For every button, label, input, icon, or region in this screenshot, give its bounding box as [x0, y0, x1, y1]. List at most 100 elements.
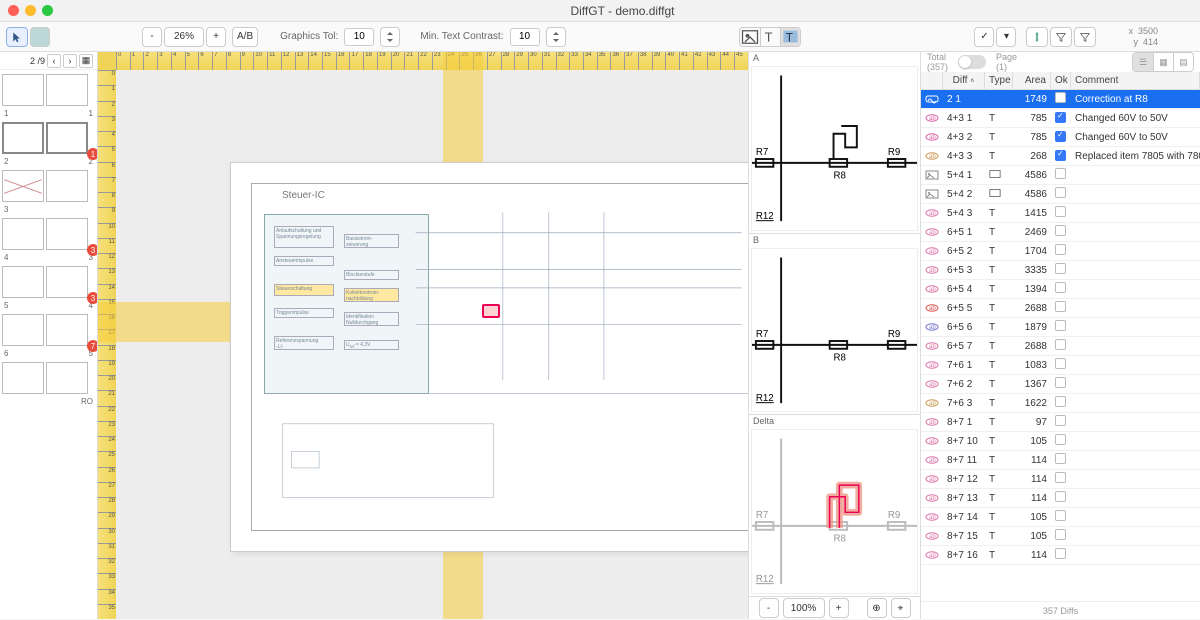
diff-ok-checkbox[interactable]	[1051, 339, 1071, 353]
cmp-zoom-out-button[interactable]: -	[759, 598, 779, 618]
zoom-window-icon[interactable]	[42, 5, 53, 16]
region-tool-button[interactable]	[30, 27, 50, 47]
diff-hotspot[interactable]	[482, 304, 500, 318]
diff-ok-checkbox[interactable]	[1051, 529, 1071, 543]
diff-table[interactable]: Diff ˄ Type Area Ok Comment 2 11749Corre…	[921, 72, 1200, 601]
diff-row[interactable]: ab8+7 15T105	[921, 527, 1200, 546]
diff-row[interactable]: ab5+4 3T1415	[921, 204, 1200, 223]
zoom-level[interactable]: 26%	[164, 27, 204, 47]
thumbnail-pair[interactable]: 221	[2, 122, 95, 154]
thumbnail-pair[interactable]: 433	[2, 218, 95, 250]
diff-ok-checkbox[interactable]	[1051, 472, 1071, 486]
col-comment[interactable]: Comment	[1071, 72, 1200, 89]
graphics-tol-stepper[interactable]	[380, 27, 400, 47]
cmp-fit-button[interactable]: ⊕	[867, 598, 887, 618]
diff-ok-checkbox[interactable]	[1051, 168, 1071, 182]
diff-row[interactable]: ab7+6 3T1622	[921, 394, 1200, 413]
diff-ok-checkbox[interactable]	[1051, 377, 1071, 391]
image-mode-button[interactable]	[740, 28, 760, 46]
diff-row[interactable]: 5+4 14586	[921, 166, 1200, 185]
tool-filter-button[interactable]	[1026, 27, 1048, 47]
diff-row[interactable]: ab8+7 11T114	[921, 451, 1200, 470]
diff-ok-checkbox[interactable]	[1051, 244, 1071, 258]
col-area[interactable]: Area	[1013, 72, 1051, 89]
diff-row[interactable]: ab6+5 1T2469	[921, 223, 1200, 242]
check-filter-dropdown[interactable]: ▾	[996, 27, 1016, 47]
zoom-in-button[interactable]: +	[206, 27, 226, 47]
thumbnail-pair[interactable]: 3	[2, 170, 95, 202]
text-highlight-mode-button[interactable]: T	[780, 28, 800, 46]
check-filter-button[interactable]: ✓	[974, 27, 994, 47]
funnel2-button[interactable]	[1074, 27, 1096, 47]
graphics-tol-input[interactable]	[344, 28, 374, 46]
diff-row[interactable]: ab8+7 16T114	[921, 546, 1200, 565]
layout-list-button[interactable]: ☰	[1133, 53, 1153, 71]
diff-ok-checkbox[interactable]	[1051, 301, 1071, 315]
diff-ok-checkbox[interactable]	[1051, 453, 1071, 467]
diff-row[interactable]: ab8+7 13T114	[921, 489, 1200, 508]
layout-large-button[interactable]: ▤	[1173, 53, 1193, 71]
diff-ok-checkbox[interactable]	[1051, 225, 1071, 239]
thumbnail-pair[interactable]: 657	[2, 314, 95, 346]
cmp-target-button[interactable]: ⌖	[891, 598, 911, 618]
funnel1-button[interactable]	[1050, 27, 1072, 47]
compare-canvas-b[interactable]: R7 R8 R9 R12	[751, 248, 918, 413]
diff-ok-checkbox[interactable]	[1051, 510, 1071, 524]
diff-row[interactable]: ab4+3 3T268Replaced item 7805 with 7806	[921, 147, 1200, 166]
diff-ok-checkbox[interactable]	[1051, 131, 1071, 143]
min-contrast-input[interactable]	[510, 28, 540, 46]
diff-row[interactable]: ab8+7 10T105	[921, 432, 1200, 451]
diff-ok-checkbox[interactable]	[1051, 282, 1071, 296]
thumbnail-pair[interactable]: 11	[2, 74, 95, 106]
cmp-zoom-in-button[interactable]: +	[829, 598, 849, 618]
diff-row[interactable]: 2 11749Correction at R8	[921, 90, 1200, 109]
diff-ok-checkbox[interactable]	[1051, 150, 1071, 162]
diff-row[interactable]: 5+4 24586	[921, 185, 1200, 204]
col-ok[interactable]: Ok	[1051, 72, 1071, 89]
main-canvas[interactable]: 0123456789101112131415161718192021222324…	[98, 52, 748, 619]
thumbnail-pair[interactable]: 543	[2, 266, 95, 298]
next-page-button[interactable]: ›	[63, 54, 77, 68]
diff-ok-checkbox[interactable]	[1051, 491, 1071, 505]
diff-row[interactable]: ab8+7 12T114	[921, 470, 1200, 489]
diff-ok-checkbox[interactable]	[1051, 320, 1071, 334]
prev-page-button[interactable]: ‹	[47, 54, 61, 68]
close-window-icon[interactable]	[8, 5, 19, 16]
zoom-out-button[interactable]: -	[142, 27, 162, 47]
diff-ok-checkbox[interactable]	[1051, 396, 1071, 410]
diff-ok-checkbox[interactable]	[1051, 187, 1071, 201]
compare-canvas-delta[interactable]: R7 R8 R9 R12	[751, 429, 918, 594]
thumbnail-pair[interactable]: RO	[2, 362, 95, 394]
ab-toggle-button[interactable]: A/B	[232, 27, 258, 47]
diff-row[interactable]: ab6+5 4T1394	[921, 280, 1200, 299]
diff-ok-checkbox[interactable]	[1051, 415, 1071, 429]
min-contrast-stepper[interactable]	[546, 27, 566, 47]
diff-row[interactable]: ab6+5 7T2688	[921, 337, 1200, 356]
overview-button[interactable]: ▦	[79, 54, 93, 68]
minimize-window-icon[interactable]	[25, 5, 36, 16]
layout-grid-button[interactable]: ▦	[1153, 53, 1173, 71]
diff-row[interactable]: ab4+3 2T785Changed 60V to 50V	[921, 128, 1200, 147]
diff-row[interactable]: ab8+7 1T97	[921, 413, 1200, 432]
diff-row[interactable]: ab7+6 2T1367	[921, 375, 1200, 394]
diff-row[interactable]: ab7+6 1T1083	[921, 356, 1200, 375]
diff-row[interactable]: ab6+5 2T1704	[921, 242, 1200, 261]
diff-row[interactable]: ab6+5 5T2688	[921, 299, 1200, 318]
diff-ok-checkbox[interactable]	[1051, 112, 1071, 124]
diff-ok-checkbox[interactable]	[1051, 434, 1071, 448]
diff-ok-checkbox[interactable]	[1051, 263, 1071, 277]
diff-ok-checkbox[interactable]	[1051, 206, 1071, 220]
diff-row[interactable]: ab8+7 14T105	[921, 508, 1200, 527]
diff-row[interactable]: ab4+3 1T785Changed 60V to 50V	[921, 109, 1200, 128]
compare-canvas-a[interactable]: R7 R8 R9 R12	[751, 66, 918, 231]
diff-row[interactable]: ab6+5 3T3335	[921, 261, 1200, 280]
col-diff[interactable]: Diff ˄	[943, 72, 985, 89]
diff-ok-checkbox[interactable]	[1051, 358, 1071, 372]
diff-row[interactable]: ab6+5 6T1879	[921, 318, 1200, 337]
scope-toggle[interactable]	[958, 55, 986, 69]
diff-ok-checkbox[interactable]	[1051, 92, 1071, 106]
text-mode-button[interactable]: T	[760, 28, 780, 46]
diff-ok-checkbox[interactable]	[1051, 548, 1071, 562]
pointer-tool-button[interactable]	[6, 27, 28, 47]
col-type[interactable]: Type	[985, 72, 1013, 89]
